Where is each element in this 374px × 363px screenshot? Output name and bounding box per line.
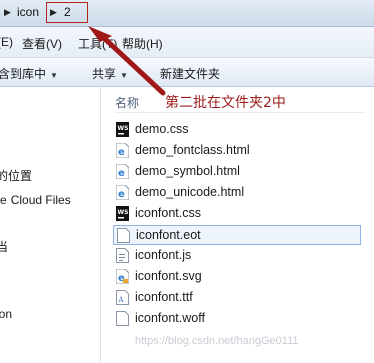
- webstorm-css-icon: WS: [116, 206, 129, 221]
- column-divider: [115, 112, 365, 113]
- file-name: iconfont.ttf: [135, 290, 193, 304]
- file-name: iconfont.eot: [136, 228, 201, 242]
- nav-item-partial[interactable]: 当: [0, 238, 8, 255]
- menu-help[interactable]: 帮助(H): [122, 35, 163, 52]
- navigation-pane: 的位置 eCloud Files 当 ion: [0, 87, 101, 363]
- breadcrumb-item-icon[interactable]: icon: [17, 3, 39, 21]
- command-toolbar: 含到库中 ▼ 共享 ▼ 新建文件夹: [0, 58, 374, 87]
- file-row[interactable]: iconfont.woff: [113, 309, 361, 329]
- font-file-icon: A: [116, 290, 129, 305]
- svg-text:WS: WS: [118, 125, 129, 132]
- share-label: 共享: [92, 67, 117, 81]
- file-name: demo_symbol.html: [135, 164, 240, 178]
- breadcrumb-chevron-icon[interactable]: ▶: [4, 3, 11, 21]
- file-name: iconfont.js: [135, 248, 192, 262]
- menu-tools[interactable]: 工具(T): [78, 35, 117, 52]
- menu-view[interactable]: 查看(V): [22, 35, 62, 52]
- address-bar[interactable]: ▶ icon ▶ 2: [0, 0, 374, 27]
- include-in-library-button[interactable]: 含到库中 ▼: [0, 65, 58, 82]
- include-in-library-label: 含到库中: [0, 67, 47, 81]
- chevron-down-icon: ▼: [50, 71, 58, 80]
- chevron-down-icon: ▼: [120, 71, 128, 80]
- ie-svg-icon: e: [116, 269, 129, 284]
- file-name: demo.css: [135, 122, 189, 136]
- column-header-name[interactable]: 名称: [115, 94, 139, 111]
- nav-item-cloud-label: Cloud Files: [10, 193, 71, 207]
- file-row[interactable]: e demo_symbol.html: [113, 162, 361, 182]
- file-row[interactable]: e demo_unicode.html: [113, 183, 361, 203]
- file-name: demo_unicode.html: [135, 185, 245, 199]
- file-row[interactable]: WS iconfont.css: [113, 204, 361, 224]
- file-row[interactable]: WS demo.css: [113, 120, 361, 140]
- file-name: iconfont.svg: [135, 269, 202, 283]
- file-name: iconfont.woff: [135, 311, 205, 325]
- webstorm-css-icon: WS: [116, 122, 129, 137]
- nav-item-cloud-files[interactable]: e Cloud Files: [0, 193, 71, 207]
- file-row[interactable]: e iconfont.svg: [113, 267, 361, 287]
- menu-edit[interactable]: (E): [0, 35, 13, 49]
- ie-html-icon: e: [116, 143, 129, 158]
- file-row[interactable]: A iconfont.ttf: [113, 288, 361, 308]
- blank-file-icon: [116, 311, 129, 326]
- svg-text:e: e: [118, 189, 125, 200]
- file-list-pane: 名称 WS demo.css e demo_fontclass.html e d…: [101, 87, 374, 363]
- share-button[interactable]: 共享 ▼: [92, 65, 128, 82]
- file-row[interactable]: iconfont.js: [113, 246, 361, 266]
- file-row[interactable]: e demo_fontclass.html: [113, 141, 361, 161]
- highlight-box: [46, 2, 88, 23]
- file-row-selected[interactable]: iconfont.eot: [113, 225, 361, 245]
- js-file-icon: [116, 248, 129, 263]
- nav-item-cloud-prefix: e: [0, 193, 7, 207]
- nav-item-recent-places[interactable]: 的位置: [0, 167, 32, 184]
- ie-html-icon: e: [116, 185, 129, 200]
- svg-text:WS: WS: [118, 209, 129, 216]
- svg-text:e: e: [118, 168, 125, 179]
- blank-file-icon: [117, 228, 130, 243]
- nav-item-location[interactable]: ion: [0, 307, 12, 321]
- svg-text:e: e: [118, 147, 125, 158]
- ie-html-icon: e: [116, 164, 129, 179]
- menu-bar: (E) 查看(V) 工具(T) 帮助(H): [0, 27, 374, 58]
- file-name: demo_fontclass.html: [135, 143, 250, 157]
- watermark-text: https://blog.csdn.net/hangGe0111: [135, 335, 299, 347]
- file-name: iconfont.css: [135, 206, 202, 220]
- new-folder-button[interactable]: 新建文件夹: [160, 65, 220, 82]
- svg-text:A: A: [118, 296, 125, 304]
- annotation-text: 第二批在文件夹2中: [165, 95, 286, 111]
